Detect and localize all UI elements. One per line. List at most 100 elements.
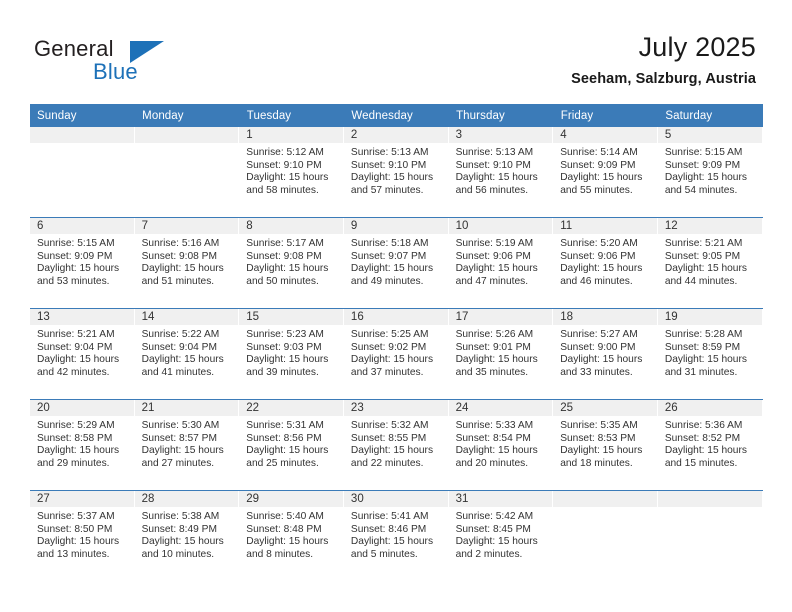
day-daylight1-line: Daylight: 15 hours <box>350 445 434 457</box>
day-daylight2-line: and 44 minutes. <box>664 275 738 287</box>
day-number: 20 <box>30 400 135 416</box>
day-sun-info: Sunrise: 5:41 AM Sunset: 8:46 PM Daylight:… <box>344 507 449 561</box>
day-sunrise-line: Sunrise: 5:15 AM <box>37 238 115 249</box>
day-daylight2-line: and 5 minutes. <box>350 548 418 560</box>
day-sunset-line: Sunset: 9:06 PM <box>560 250 636 262</box>
calendar-day-cell[interactable]: 3 Sunrise: 5:13 AM Sunset: 9:10 PM Daylight… <box>448 127 554 218</box>
day-sunrise-line: Sunrise: 5:29 AM <box>37 420 115 431</box>
day-sunset-line: Sunset: 8:59 PM <box>664 341 741 353</box>
day-daylight1-line: Daylight: 15 hours <box>141 536 224 548</box>
calendar-day-cell[interactable]: 2 Sunrise: 5:13 AM Sunset: 9:10 PM Daylight… <box>343 127 449 218</box>
day-sunset-line: Sunset: 9:08 PM <box>246 250 322 262</box>
day-daylight2-line: and 35 minutes. <box>455 366 529 378</box>
calendar-day-cell[interactable]: 27 Sunrise: 5:37 AM Sunset: 8:50 PM Dayligh… <box>30 490 135 581</box>
calendar-day-cell[interactable]: 26 Sunrise: 5:36 AM Sunset: 8:52 PM Dayligh… <box>657 399 763 491</box>
calendar-day-cell[interactable]: 21 Sunrise: 5:30 AM Sunset: 8:57 PM Dayligh… <box>134 399 240 491</box>
calendar-day-cell[interactable]: 8 Sunrise: 5:17 AM Sunset: 9:08 PM Daylight… <box>239 217 344 309</box>
day-daylight1-line: Daylight: 15 hours <box>455 354 538 366</box>
day-daylight2-line: and 54 minutes. <box>664 184 738 196</box>
calendar-day-cell[interactable]: 18 Sunrise: 5:27 AM Sunset: 9:00 PM Dayligh… <box>553 308 658 400</box>
day-number: 22 <box>239 400 344 416</box>
day-cell-inner: 5 Sunrise: 5:15 AM Sunset: 9:09 PM Daylight… <box>657 127 763 217</box>
weekday-header-saturday: Saturday <box>657 104 763 127</box>
calendar-day-cell[interactable]: 22 Sunrise: 5:31 AM Sunset: 8:56 PM Dayligh… <box>239 399 344 491</box>
day-daylight1-line: Daylight: 15 hours <box>37 354 120 366</box>
general-blue-logo[interactable]: General Blue <box>34 36 274 92</box>
day-sunset-line: Sunset: 9:10 PM <box>246 159 322 171</box>
day-cell-inner: 14 Sunrise: 5:22 AM Sunset: 9:04 PM Dayligh… <box>134 309 240 399</box>
calendar-day-cell[interactable]: 28 Sunrise: 5:38 AM Sunset: 8:49 PM Dayligh… <box>134 490 240 581</box>
day-cell-inner: 3 Sunrise: 5:13 AM Sunset: 9:10 PM Daylight… <box>448 127 554 217</box>
calendar-day-cell[interactable]: 29 Sunrise: 5:40 AM Sunset: 8:48 PM Dayligh… <box>239 490 344 581</box>
day-number: 10 <box>448 218 554 234</box>
page-title: July 2025 <box>638 32 756 62</box>
day-daylight1-line: Daylight: 15 hours <box>664 263 747 275</box>
calendar-day-cell[interactable]: 5 Sunrise: 5:15 AM Sunset: 9:09 PM Daylight… <box>657 127 763 218</box>
day-daylight1-line: Daylight: 15 hours <box>350 536 434 548</box>
calendar-day-cell[interactable]: 31 Sunrise: 5:42 AM Sunset: 8:45 PM Dayligh… <box>448 490 554 581</box>
day-daylight2-line: and 37 minutes. <box>350 366 424 378</box>
day-number: 29 <box>239 491 344 507</box>
day-sunset-line: Sunset: 8:45 PM <box>455 523 531 535</box>
day-daylight1-line: Daylight: 15 hours <box>455 263 538 275</box>
calendar-day-cell[interactable]: 7 Sunrise: 5:16 AM Sunset: 9:08 PM Daylight… <box>134 217 240 309</box>
calendar-day-cell[interactable]: 17 Sunrise: 5:26 AM Sunset: 9:01 PM Dayligh… <box>448 308 554 400</box>
day-sunrise-line: Sunrise: 5:23 AM <box>246 329 324 340</box>
calendar-day-cell[interactable]: 1 Sunrise: 5:12 AM Sunset: 9:10 PM Daylight… <box>239 127 344 218</box>
day-sunset-line: Sunset: 9:07 PM <box>350 250 427 262</box>
day-sun-info: Sunrise: 5:19 AM Sunset: 9:06 PM Daylight:… <box>449 234 554 288</box>
calendar-day-cell[interactable]: 25 Sunrise: 5:35 AM Sunset: 8:53 PM Dayligh… <box>553 399 658 491</box>
calendar-day-cell-empty <box>30 127 135 218</box>
day-cell-inner: 25 Sunrise: 5:35 AM Sunset: 8:53 PM Dayligh… <box>553 400 658 490</box>
calendar-day-cell[interactable]: 24 Sunrise: 5:33 AM Sunset: 8:54 PM Dayligh… <box>448 399 554 491</box>
day-sunrise-line: Sunrise: 5:20 AM <box>560 238 638 249</box>
calendar-day-cell[interactable]: 10 Sunrise: 5:19 AM Sunset: 9:06 PM Dayligh… <box>448 217 554 309</box>
calendar-day-cell[interactable]: 9 Sunrise: 5:18 AM Sunset: 9:07 PM Daylight… <box>343 217 449 309</box>
day-daylight1-line: Daylight: 15 hours <box>246 536 329 548</box>
day-sunset-line: Sunset: 8:58 PM <box>37 432 113 444</box>
weekday-header-thursday: Thursday <box>448 104 554 127</box>
day-sunrise-line: Sunrise: 5:17 AM <box>246 238 324 249</box>
calendar-day-cell[interactable]: 16 Sunrise: 5:25 AM Sunset: 9:02 PM Dayligh… <box>343 308 449 400</box>
day-number <box>30 127 135 143</box>
day-sun-info: Sunrise: 5:20 AM Sunset: 9:06 PM Daylight:… <box>553 234 658 288</box>
day-number: 9 <box>343 218 449 234</box>
day-sun-info: Sunrise: 5:40 AM Sunset: 8:48 PM Daylight:… <box>239 507 344 561</box>
day-daylight2-line: and 51 minutes. <box>141 275 215 287</box>
calendar-day-cell[interactable]: 11 Sunrise: 5:20 AM Sunset: 9:06 PM Dayligh… <box>553 217 658 309</box>
day-sun-info: Sunrise: 5:12 AM Sunset: 9:10 PM Daylight:… <box>239 143 344 197</box>
day-number: 18 <box>553 309 658 325</box>
day-sunset-line: Sunset: 8:48 PM <box>246 523 322 535</box>
weekday-header-wednesday: Wednesday <box>343 104 450 127</box>
day-number <box>657 491 763 507</box>
calendar-day-cell[interactable]: 23 Sunrise: 5:32 AM Sunset: 8:55 PM Dayligh… <box>343 399 449 491</box>
calendar-day-cell[interactable]: 30 Sunrise: 5:41 AM Sunset: 8:46 PM Dayligh… <box>343 490 449 581</box>
day-daylight1-line: Daylight: 15 hours <box>664 354 747 366</box>
day-daylight2-line: and 56 minutes. <box>455 184 529 196</box>
day-daylight2-line: and 29 minutes. <box>37 457 110 469</box>
day-daylight1-line: Daylight: 15 hours <box>350 354 434 366</box>
calendar-day-cell[interactable]: 19 Sunrise: 5:28 AM Sunset: 8:59 PM Dayligh… <box>657 308 763 400</box>
day-cell-inner: 24 Sunrise: 5:33 AM Sunset: 8:54 PM Dayligh… <box>448 400 554 490</box>
day-cell-inner: 20 Sunrise: 5:29 AM Sunset: 8:58 PM Dayligh… <box>30 400 135 490</box>
day-sunset-line: Sunset: 9:10 PM <box>455 159 531 171</box>
calendar-day-cell[interactable]: 14 Sunrise: 5:22 AM Sunset: 9:04 PM Dayligh… <box>134 308 240 400</box>
calendar-day-cell[interactable]: 12 Sunrise: 5:21 AM Sunset: 9:05 PM Dayligh… <box>657 217 763 309</box>
calendar-day-cell[interactable]: 6 Sunrise: 5:15 AM Sunset: 9:09 PM Daylight… <box>30 217 135 309</box>
day-sunset-line: Sunset: 8:46 PM <box>350 523 427 535</box>
calendar-day-cell[interactable]: 4 Sunrise: 5:14 AM Sunset: 9:09 PM Daylight… <box>553 127 658 218</box>
calendar-day-cell[interactable]: 13 Sunrise: 5:21 AM Sunset: 9:04 PM Dayligh… <box>30 308 135 400</box>
calendar-day-cell[interactable]: 20 Sunrise: 5:29 AM Sunset: 8:58 PM Dayligh… <box>30 399 135 491</box>
day-cell-inner <box>30 127 135 217</box>
day-daylight1-line: Daylight: 15 hours <box>350 263 434 275</box>
calendar-day-cell[interactable]: 15 Sunrise: 5:23 AM Sunset: 9:03 PM Dayligh… <box>239 308 344 400</box>
day-sunrise-line: Sunrise: 5:13 AM <box>350 147 429 158</box>
day-number: 27 <box>30 491 135 507</box>
day-sun-info: Sunrise: 5:26 AM Sunset: 9:01 PM Daylight:… <box>449 325 554 379</box>
day-sunset-line: Sunset: 9:00 PM <box>560 341 636 353</box>
weekday-header-row: Sunday Monday Tuesday Wednesday Thursday Frid… <box>30 104 763 127</box>
day-sunset-line: Sunset: 8:50 PM <box>37 523 113 535</box>
day-cell-inner: 29 Sunrise: 5:40 AM Sunset: 8:48 PM Dayligh… <box>239 491 344 581</box>
day-daylight2-line: and 53 minutes. <box>37 275 110 287</box>
calendar-page: General Blue July 2025 Seeham, Salzburg,… <box>0 0 792 612</box>
